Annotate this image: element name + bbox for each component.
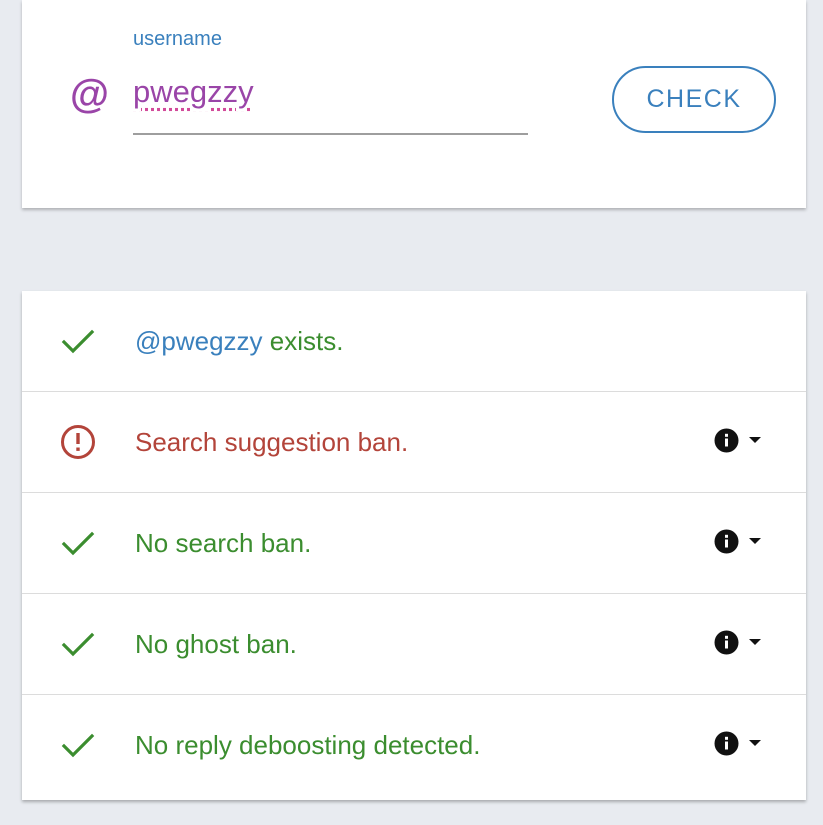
check-icon — [61, 531, 95, 556]
result-text-exists: @pwegzzy exists. — [135, 326, 343, 357]
info-icon — [714, 529, 739, 553]
check-icon — [61, 329, 95, 354]
alert-circle-icon — [61, 425, 95, 459]
info-icon — [714, 428, 739, 452]
caret-down-icon — [749, 437, 761, 443]
info-dropdown-toggle[interactable] — [714, 627, 774, 657]
result-row-reply-deboosting: No reply deboosting detected. — [22, 695, 806, 796]
caret-down-icon — [749, 639, 761, 645]
info-dropdown-toggle[interactable] — [714, 526, 774, 556]
results-card: @pwegzzy exists. Search suggestion ban. … — [22, 291, 806, 800]
caret-down-icon — [749, 538, 761, 544]
result-text: No search ban. — [135, 528, 312, 558]
result-row-search-ban: No search ban. — [22, 493, 806, 594]
username-input[interactable]: pwegzzy — [133, 76, 254, 107]
info-dropdown-toggle[interactable] — [714, 728, 774, 758]
check-button[interactable]: CHECK — [612, 66, 776, 133]
result-row-search-suggestion-ban: Search suggestion ban. — [22, 392, 806, 493]
check-icon — [61, 733, 95, 758]
at-sign-icon: @ — [70, 72, 110, 116]
username-input-underline — [133, 133, 528, 135]
check-icon — [61, 632, 95, 657]
result-text: Search suggestion ban. — [135, 427, 409, 457]
caret-down-icon — [749, 740, 761, 746]
username-field-label: username — [133, 28, 222, 50]
info-icon — [714, 630, 739, 654]
info-dropdown-toggle[interactable] — [714, 425, 774, 455]
info-icon — [714, 731, 739, 755]
result-text: No ghost ban. — [135, 629, 297, 659]
username-handle: @pwegzzy — [135, 326, 263, 356]
result-text: No reply deboosting detected. — [135, 730, 481, 760]
username-search-card: @ username pwegzzy CHECK — [22, 0, 806, 208]
exists-text: exists. — [262, 326, 344, 356]
result-row-exists: @pwegzzy exists. — [22, 291, 806, 392]
result-row-ghost-ban: No ghost ban. — [22, 594, 806, 695]
